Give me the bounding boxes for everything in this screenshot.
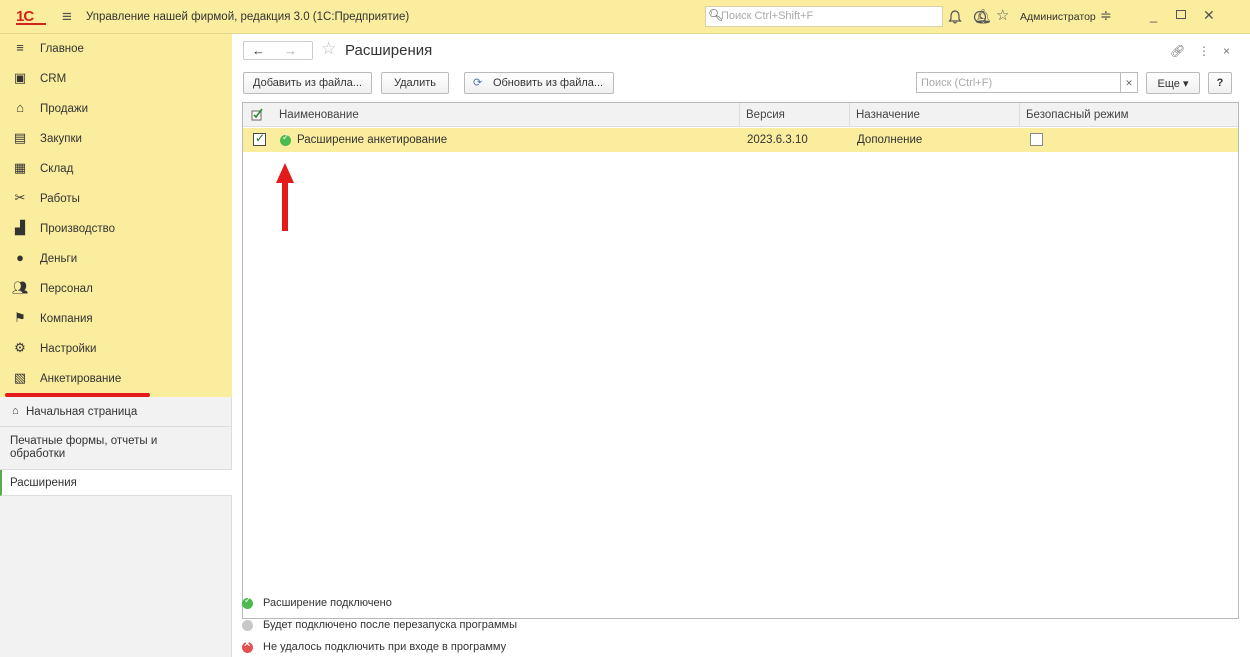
col-purpose[interactable]: Назначение — [849, 103, 1019, 127]
back-arrow-icon[interactable]: ← — [252, 43, 265, 58]
table-header: Наименование Версия Назначение Безопасны… — [243, 103, 1238, 127]
section-purchases[interactable]: ▤ Закупки — [0, 124, 232, 154]
help-button[interactable]: ? — [1208, 72, 1232, 94]
safe-mode-checkbox[interactable] — [1030, 133, 1043, 146]
sales-icon: ⌂ — [16, 100, 24, 115]
section-survey[interactable]: ▧ Анкетирование — [0, 364, 232, 394]
main-panel: ← → ☆ Расширения 🔗︎ ⋮ × Добавить из файл… — [233, 34, 1250, 657]
user-name[interactable]: Администратор — [1020, 11, 1096, 23]
active-checkbox[interactable] — [253, 131, 266, 146]
sections-panel: ≡ Главное ▣ CRM ⌂ Продажи ▤ Закупки ▦ Склад ✂… — [0, 34, 232, 397]
minimize-icon[interactable]: _ — [1150, 8, 1157, 23]
table-row[interactable]: Расширение анкетирование 2023.6.3.10 Доп… — [243, 128, 1238, 152]
warehouse-icon: ▦ — [13, 160, 27, 175]
section-main[interactable]: ≡ Главное — [0, 34, 232, 64]
sidebar: ≡ Главное ▣ CRM ⌂ Продажи ▤ Закупки ▦ Склад ✂… — [0, 34, 232, 657]
more-button[interactable]: Еще ▾ — [1146, 72, 1200, 94]
gear-icon: ⚙ — [14, 340, 26, 355]
col-name[interactable]: Наименование — [273, 103, 743, 127]
search-icon: 🔍︎ — [708, 8, 724, 22]
tools-icon: ✂ — [14, 190, 26, 205]
app-logo[interactable]: 1С — [16, 8, 46, 25]
maximize-icon[interactable] — [1176, 10, 1186, 19]
history-icon[interactable] — [973, 10, 987, 24]
factory-icon: ▟ — [15, 220, 25, 235]
delete-button[interactable]: Удалить — [381, 72, 449, 94]
page-title: Расширения — [345, 42, 433, 59]
col-version[interactable]: Версия — [739, 103, 849, 127]
status-ok-icon — [242, 595, 253, 609]
checkbox-column-icon[interactable] — [243, 103, 273, 127]
home-icon: ⌂ — [12, 405, 19, 417]
survey-icon: ▧ — [13, 370, 27, 385]
col-safe-mode[interactable]: Безопасный режим — [1019, 103, 1238, 127]
settings-menu-icon[interactable]: ≑ — [1100, 7, 1112, 24]
close-form-icon[interactable]: × — [1223, 44, 1230, 58]
app-title: Управление нашей фирмой, редакция 3.0 (1… — [86, 11, 410, 23]
menu-icon: ≡ — [16, 40, 24, 55]
staff-icon: 👥︎ — [12, 280, 29, 295]
favorite-star-icon[interactable]: ☆ — [321, 39, 336, 59]
cell-name: Расширение анкетирование — [297, 134, 448, 146]
section-company[interactable]: ⚑ Компания — [0, 304, 232, 334]
main-menu-icon[interactable]: ≡ — [62, 7, 72, 27]
nav-print-forms[interactable]: Печатные формы, отчеты и обработки — [0, 427, 232, 470]
add-from-file-button[interactable]: Добавить из файла... — [243, 72, 372, 94]
status-pending-icon — [242, 620, 253, 631]
clear-search-icon[interactable]: ✕ — [1121, 72, 1138, 93]
section-sales[interactable]: ⌂ Продажи — [0, 94, 232, 124]
section-works[interactable]: ✂ Работы — [0, 184, 232, 214]
purchases-icon: ▤ — [13, 130, 27, 145]
section-warehouse[interactable]: ▦ Склад — [0, 154, 232, 184]
update-icon: ⟳ — [473, 77, 483, 89]
section-settings[interactable]: ⚙ Настройки — [0, 334, 232, 364]
update-from-file-button[interactable]: ⟳ Обновить из файла... — [464, 72, 614, 94]
favorites-star-icon[interactable]: ☆ — [996, 6, 1009, 24]
close-icon[interactable]: ✕ — [1203, 7, 1215, 24]
section-staff[interactable]: 👥︎ Персонал — [0, 274, 232, 304]
search-input[interactable]: Поиск (Ctrl+F) — [916, 72, 1121, 93]
section-production[interactable]: ▟ Производство — [0, 214, 232, 244]
money-icon: ● — [16, 250, 24, 265]
cell-purpose: Дополнение — [857, 134, 923, 146]
section-crm[interactable]: ▣ CRM — [0, 64, 232, 94]
section-money[interactable]: ● Деньги — [0, 244, 232, 274]
more-actions-icon[interactable]: ⋮ — [1198, 44, 1210, 58]
extensions-table: Наименование Версия Назначение Безопасны… — [242, 102, 1239, 619]
flag-icon: ⚑ — [14, 310, 26, 325]
annotation-arrow — [276, 163, 294, 231]
link-icon[interactable]: 🔗︎ — [1170, 44, 1185, 58]
nav-home-page[interactable]: ⌂ Начальная страница — [0, 397, 232, 427]
forward-arrow-icon[interactable]: → — [284, 43, 297, 58]
cell-version: 2023.6.3.10 — [747, 134, 808, 146]
notifications-icon[interactable] — [948, 10, 962, 24]
global-search-input[interactable]: 🔍︎ Поиск Ctrl+Shift+F — [705, 6, 943, 27]
title-bar: 1С ≡ Управление нашей фирмой, редакция 3… — [0, 0, 1250, 34]
status-error-icon — [242, 638, 253, 653]
crm-icon: ▣ — [13, 70, 27, 85]
history-nav: ← → — [243, 41, 313, 60]
nav-extensions[interactable]: Расширения — [0, 470, 232, 496]
